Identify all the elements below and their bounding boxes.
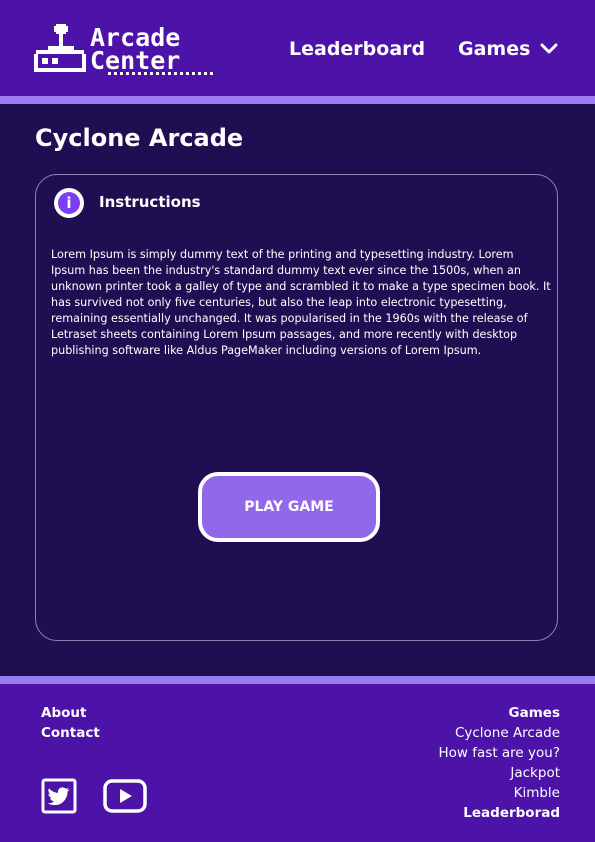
footer-about-link[interactable]: About xyxy=(41,703,100,723)
header-divider xyxy=(0,96,595,104)
site-footer: About Contact Games Cyclone Arcade How f… xyxy=(0,684,595,842)
logo-text-line2: Center xyxy=(90,46,181,75)
footer-divider xyxy=(0,676,595,684)
youtube-icon[interactable] xyxy=(103,778,147,814)
nav-leaderboard-link[interactable]: Leaderboard xyxy=(289,38,425,60)
site-header: Arcade Center Leaderboard Games xyxy=(0,0,595,96)
page-title: Cyclone Arcade xyxy=(35,124,244,152)
instructions-card: i Instructions Lorem Ipsum is simply dum… xyxy=(35,174,558,641)
arcade-center-logo[interactable]: Arcade Center xyxy=(32,22,222,78)
footer-games-heading[interactable]: Games xyxy=(439,703,560,723)
footer-game-link-jackpot[interactable]: Jackpot xyxy=(439,763,560,783)
joystick-icon xyxy=(34,24,86,72)
footer-game-link-cyclone-arcade[interactable]: Cyclone Arcade xyxy=(439,723,560,743)
nav-games-label: Games xyxy=(458,38,531,60)
instructions-heading: Instructions xyxy=(99,193,201,211)
footer-left-links: About Contact xyxy=(41,703,100,743)
info-icon-glyph: i xyxy=(58,192,80,214)
footer-right-links: Games Cyclone Arcade How fast are you? J… xyxy=(439,703,560,823)
chevron-down-icon xyxy=(540,43,558,54)
nav-games-dropdown[interactable]: Games xyxy=(458,38,558,60)
logo-dots-decoration xyxy=(108,72,216,75)
play-game-button[interactable]: PLAY GAME xyxy=(198,472,380,542)
footer-game-link-how-fast[interactable]: How fast are you? xyxy=(439,743,560,763)
footer-game-link-kimble[interactable]: Kimble xyxy=(439,783,560,803)
footer-contact-link[interactable]: Contact xyxy=(41,723,100,743)
footer-leaderboard-link[interactable]: Leaderborad xyxy=(439,803,560,823)
info-icon: i xyxy=(54,188,84,218)
twitter-icon[interactable] xyxy=(41,778,77,814)
instructions-text: Lorem Ipsum is simply dummy text of the … xyxy=(51,248,551,357)
